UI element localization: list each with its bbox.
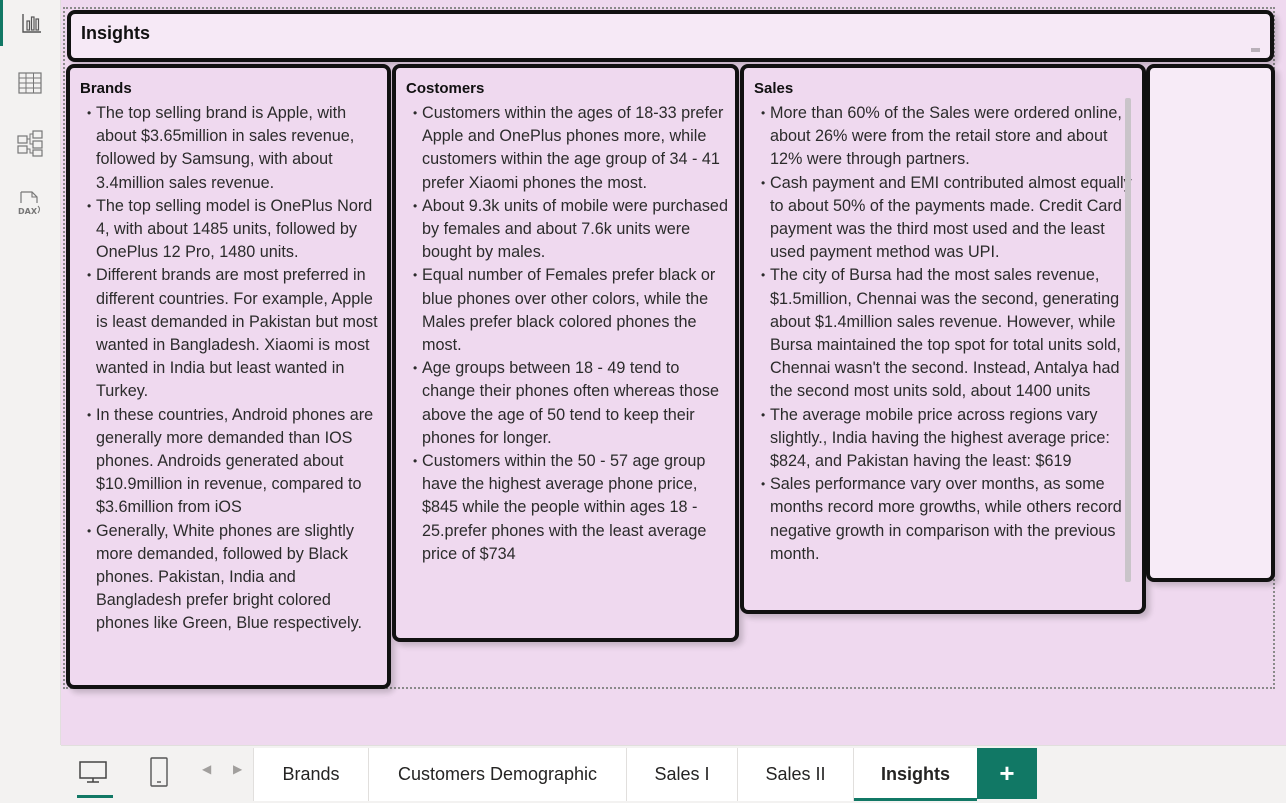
dax-query-view-icon: DAX — [18, 191, 41, 216]
list-item: Cash payment and EMI contributed almost … — [761, 172, 1135, 265]
list-item: Equal number of Females prefer black or … — [413, 264, 735, 357]
tab-customers-demographic[interactable]: Customers Demographic — [368, 748, 626, 801]
page-title: Insights — [81, 23, 151, 43]
page-tab-bar: ◀ ▶ Brands Customers Demographic Sales I… — [61, 745, 1286, 803]
sales-card-title: Sales — [754, 80, 794, 97]
add-page-button[interactable]: + — [977, 748, 1037, 799]
table-view-button[interactable] — [0, 60, 60, 106]
mobile-view-icon — [150, 757, 168, 787]
model-view-icon — [17, 130, 43, 157]
dax-query-view-button[interactable]: DAX — [0, 180, 60, 226]
list-item: Customers within the ages of 18-33 prefe… — [413, 102, 735, 195]
list-item: The top selling model is OnePlus Nord 4,… — [87, 195, 381, 265]
model-view-button[interactable] — [0, 120, 60, 166]
scrollbar[interactable] — [1125, 98, 1131, 582]
empty-card[interactable] — [1146, 64, 1275, 582]
view-rail: DAX — [0, 0, 61, 745]
tab-sales-i[interactable]: Sales I — [626, 748, 737, 801]
tab-sales-ii[interactable]: Sales II — [737, 748, 853, 801]
scroll-tabs-right-icon[interactable]: ▶ — [233, 762, 242, 776]
list-item: Age groups between 18 - 49 tend to chang… — [413, 357, 735, 450]
list-item: Different brands are most preferred in d… — [87, 264, 381, 403]
customers-insights-list: Customers within the ages of 18-33 prefe… — [406, 102, 735, 566]
scroll-tabs-left-icon[interactable]: ◀ — [202, 762, 211, 776]
report-view-icon — [21, 14, 41, 33]
list-item: About 9.3k units of mobile were purchase… — [413, 195, 735, 265]
list-item: The city of Bursa had the most sales rev… — [761, 264, 1135, 403]
brands-card-title: Brands — [80, 80, 132, 97]
desktop-view-icon — [79, 761, 107, 783]
tab-brands[interactable]: Brands — [253, 748, 368, 801]
report-view-button[interactable] — [0, 0, 60, 46]
list-item: Sales performance vary over months, as s… — [761, 473, 1135, 566]
list-item: The top selling brand is Apple, with abo… — [87, 102, 381, 195]
desktop-view-button[interactable] — [73, 746, 113, 798]
list-item: In these countries, Android phones are g… — [87, 404, 381, 520]
svg-text:DAX: DAX — [18, 207, 38, 216]
brands-insights-list: The top selling brand is Apple, with abo… — [80, 102, 381, 636]
list-item: More than 60% of the Sales were ordered … — [761, 102, 1135, 172]
customers-card-title: Costomers — [406, 80, 485, 97]
resize-grip[interactable] — [1251, 48, 1260, 52]
brands-card[interactable]: Brands The top selling brand is Apple, w… — [66, 64, 391, 689]
list-item: Generally, White phones are slightly mor… — [87, 520, 381, 636]
mobile-view-button[interactable] — [139, 746, 179, 798]
sales-insights-list: More than 60% of the Sales were ordered … — [754, 102, 1135, 566]
list-item: Customers within the 50 - 57 age group h… — [413, 450, 735, 566]
list-item: The average mobile price across regions … — [761, 404, 1135, 474]
header-card[interactable]: Insights — [67, 10, 1274, 62]
sales-card[interactable]: Sales More than 60% of the Sales were or… — [740, 64, 1146, 614]
customers-card[interactable]: Costomers Customers within the ages of 1… — [392, 64, 739, 642]
table-view-icon — [18, 72, 42, 94]
tab-insights[interactable]: Insights — [853, 748, 977, 801]
